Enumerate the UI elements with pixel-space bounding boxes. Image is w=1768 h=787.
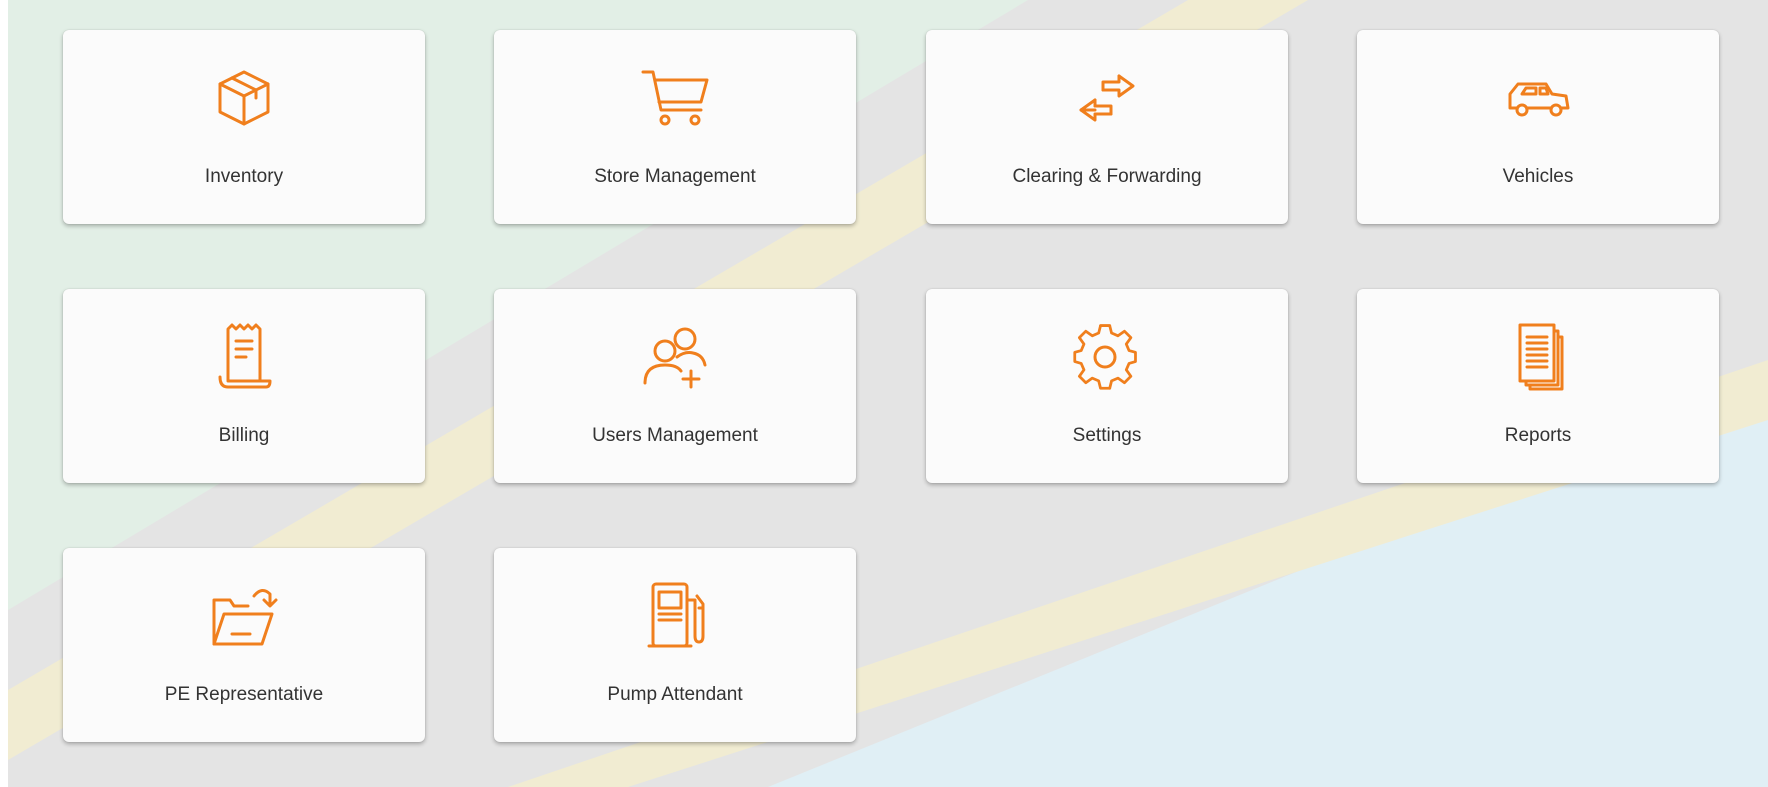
tile-label: Settings bbox=[1072, 425, 1142, 446]
tile-inventory[interactable]: Inventory bbox=[63, 30, 425, 224]
gear-icon bbox=[1067, 317, 1147, 397]
tile-settings[interactable]: Settings bbox=[926, 289, 1288, 483]
tile-label: Clearing & Forwarding bbox=[1012, 166, 1202, 187]
tile-vehicles[interactable]: Vehicles bbox=[1357, 30, 1719, 224]
tile-store-management[interactable]: Store Management bbox=[494, 30, 856, 224]
documents-icon bbox=[1498, 317, 1578, 397]
tile-clearing-forwarding[interactable]: Clearing & Forwarding bbox=[926, 30, 1288, 224]
tile-label: Store Management bbox=[594, 166, 756, 187]
transfer-arrows-icon bbox=[1067, 58, 1147, 138]
tile-reports[interactable]: Reports bbox=[1357, 289, 1719, 483]
shopping-cart-icon bbox=[635, 58, 715, 138]
box-icon bbox=[204, 58, 284, 138]
tile-users-management[interactable]: Users Management bbox=[494, 289, 856, 483]
receipt-icon bbox=[204, 317, 284, 397]
tile-label: Users Management bbox=[592, 425, 758, 446]
car-icon bbox=[1498, 58, 1578, 138]
tile-billing[interactable]: Billing bbox=[63, 289, 425, 483]
tile-label: Billing bbox=[218, 425, 270, 446]
tile-label: Pump Attendant bbox=[607, 684, 743, 705]
module-grid: Inventory Store Management Clearing & Fo… bbox=[0, 0, 1768, 787]
folder-open-icon bbox=[204, 576, 284, 656]
tile-label: PE Representative bbox=[164, 684, 324, 705]
tile-label: Inventory bbox=[204, 166, 284, 187]
tile-label: Vehicles bbox=[1502, 166, 1574, 187]
fuel-pump-icon bbox=[635, 576, 715, 656]
tile-label: Reports bbox=[1504, 425, 1572, 446]
tile-pump-attendant[interactable]: Pump Attendant bbox=[494, 548, 856, 742]
add-users-icon bbox=[635, 317, 715, 397]
tile-pe-representative[interactable]: PE Representative bbox=[63, 548, 425, 742]
